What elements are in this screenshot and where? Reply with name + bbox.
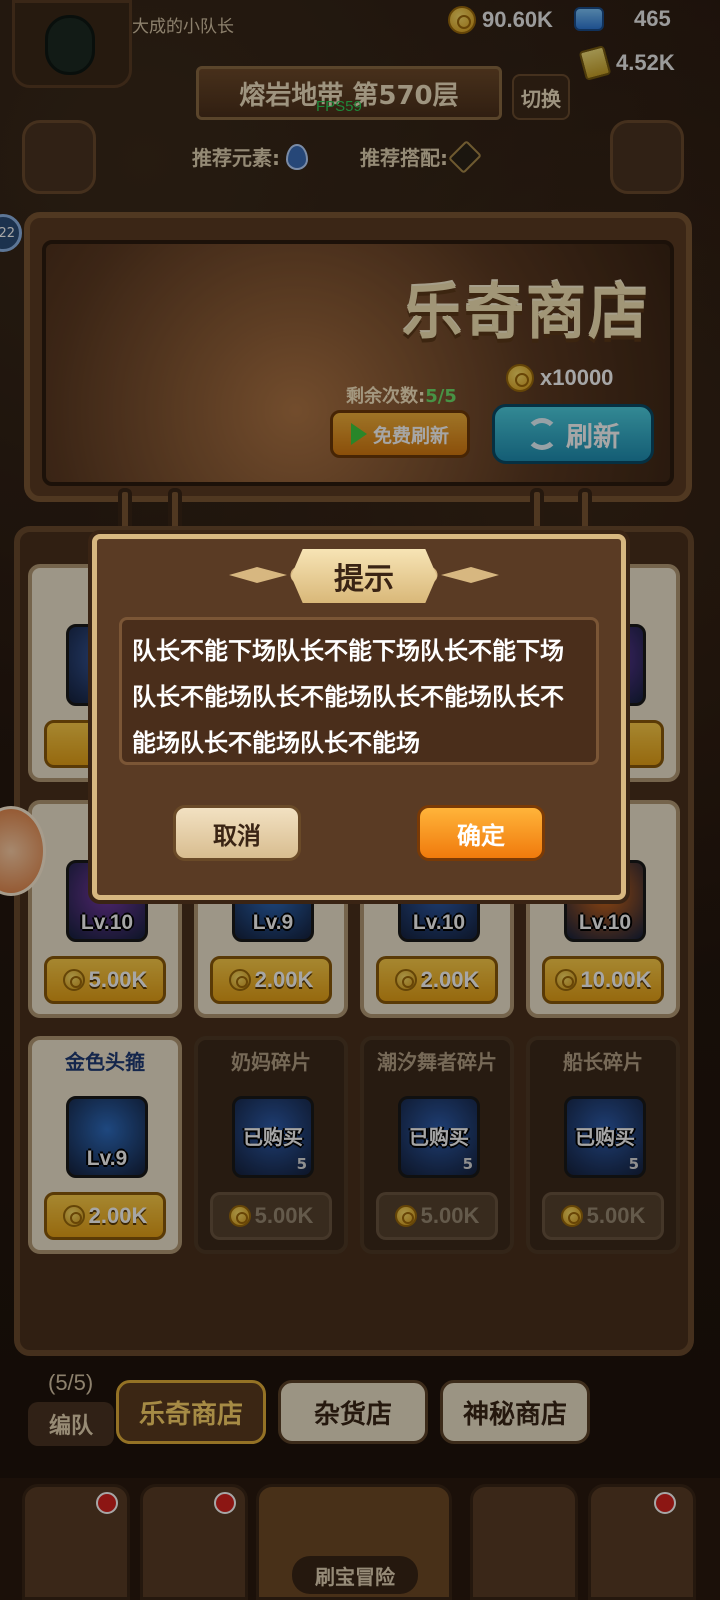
dialog-title-plate: 提示 — [291, 549, 437, 603]
dialog-message: 队长不能下场队长不能下场队长不能下场队长不能场队长不能场队长不能场队长不能场队长… — [132, 637, 564, 757]
dialog-message-box: 队长不能下场队长不能下场队长不能下场队长不能场队长不能场队长不能场队长不能场队长… — [119, 617, 599, 765]
confirm-dialog: 提示 队长不能下场队长不能下场队长不能下场队长不能场队长不能场队长不能场队长不能… — [92, 534, 626, 900]
dialog-title: 提示 — [334, 562, 394, 597]
confirm-button[interactable]: 确定 — [417, 805, 545, 861]
cancel-button[interactable]: 取消 — [173, 805, 301, 861]
